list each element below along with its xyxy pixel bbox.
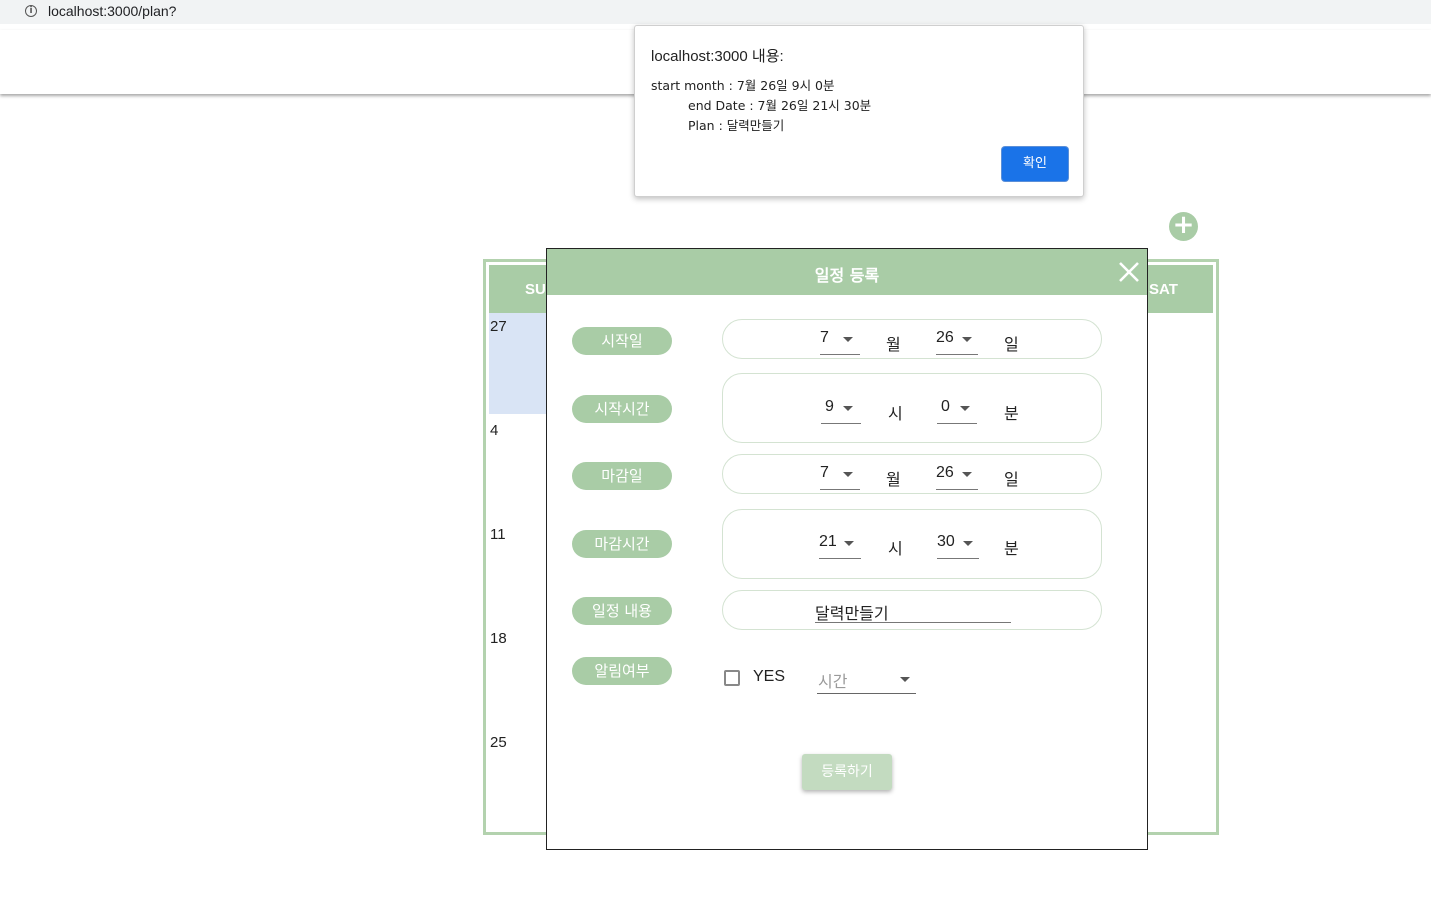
end-time-box xyxy=(722,509,1102,579)
day-unit: 일 xyxy=(1004,470,1019,489)
end-minute-select[interactable]: 30 xyxy=(937,525,979,559)
alert-message-line: end Date : 7월 26일 21시 30분 xyxy=(688,98,872,113)
day-unit: 일 xyxy=(1004,335,1019,354)
chevron-down-icon xyxy=(843,406,853,411)
start-minute-select[interactable]: 0 xyxy=(937,390,977,424)
month-unit: 월 xyxy=(886,470,901,489)
chevron-down-icon xyxy=(962,472,972,477)
modal-title: 일정 등록 xyxy=(814,266,880,285)
start-time-box xyxy=(722,373,1102,443)
end-month-select[interactable]: 7 xyxy=(820,456,860,490)
start-date-label: 시작일 xyxy=(572,327,672,355)
alarm-time-placeholder: 시간 xyxy=(818,672,848,691)
close-icon[interactable] xyxy=(1118,261,1140,283)
start-time-label: 시작시간 xyxy=(572,395,672,423)
calendar-day[interactable]: 18 xyxy=(490,630,507,647)
site-info-icon[interactable]: i xyxy=(25,5,37,17)
start-hour-select[interactable]: 9 xyxy=(821,390,861,424)
minute-unit: 분 xyxy=(1004,404,1019,423)
add-plan-button[interactable]: + xyxy=(1169,212,1198,241)
alert-title: localhost:3000 내용: xyxy=(651,48,784,65)
chevron-down-icon xyxy=(963,541,973,546)
calendar-day[interactable]: 11 xyxy=(490,526,506,543)
plan-register-modal: 일정 등록 시작일 7 월 26 일 시작시간 9 시 0 분 마감일 7 월 … xyxy=(546,248,1148,850)
content-label: 일정 내용 xyxy=(572,597,672,625)
chevron-down-icon xyxy=(843,337,853,342)
start-date-box xyxy=(722,319,1102,359)
chevron-down-icon xyxy=(960,406,970,411)
start-day-select[interactable]: 26 xyxy=(936,321,978,355)
end-time-label: 마감시간 xyxy=(572,530,672,558)
url-text[interactable]: localhost:3000/plan? xyxy=(48,3,176,19)
chevron-down-icon xyxy=(900,677,910,682)
alarm-time-select[interactable]: 시간 xyxy=(817,665,916,694)
alert-dialog: localhost:3000 내용: start month : 7월 26일 … xyxy=(634,25,1084,197)
end-date-box xyxy=(722,454,1102,494)
month-unit: 월 xyxy=(886,335,901,354)
calendar-day[interactable]: 27 xyxy=(490,318,507,335)
plan-content-input[interactable]: 달력만들기 xyxy=(815,600,1011,623)
browser-address-bar: i localhost:3000/plan? xyxy=(0,0,1431,24)
minute-unit: 분 xyxy=(1004,539,1019,558)
hour-unit: 시 xyxy=(888,539,903,558)
end-day-select[interactable]: 26 xyxy=(936,456,978,490)
alert-ok-button[interactable]: 확인 xyxy=(1002,147,1068,181)
chevron-down-icon xyxy=(843,472,853,477)
hour-unit: 시 xyxy=(888,404,903,423)
alarm-checkbox[interactable] xyxy=(724,670,740,686)
alert-message-line: start month : 7월 26일 9시 0분 xyxy=(651,78,835,93)
end-date-label: 마감일 xyxy=(572,462,672,490)
chevron-down-icon xyxy=(844,541,854,546)
end-hour-select[interactable]: 21 xyxy=(819,525,861,559)
calendar-day[interactable]: 4 xyxy=(490,422,498,439)
start-month-select[interactable]: 7 xyxy=(820,321,860,355)
calendar-day[interactable]: 25 xyxy=(490,734,507,751)
alarm-yes-label: YES xyxy=(753,668,786,685)
register-button[interactable]: 등록하기 xyxy=(802,754,892,790)
weekday-sat: SAT xyxy=(1149,281,1178,298)
omnibox[interactable] xyxy=(14,0,1431,24)
modal-header: 일정 등록 xyxy=(547,249,1147,295)
alert-message-line: Plan : 달력만들기 xyxy=(688,118,785,133)
alarm-label: 알림여부 xyxy=(572,657,672,685)
chevron-down-icon xyxy=(962,337,972,342)
